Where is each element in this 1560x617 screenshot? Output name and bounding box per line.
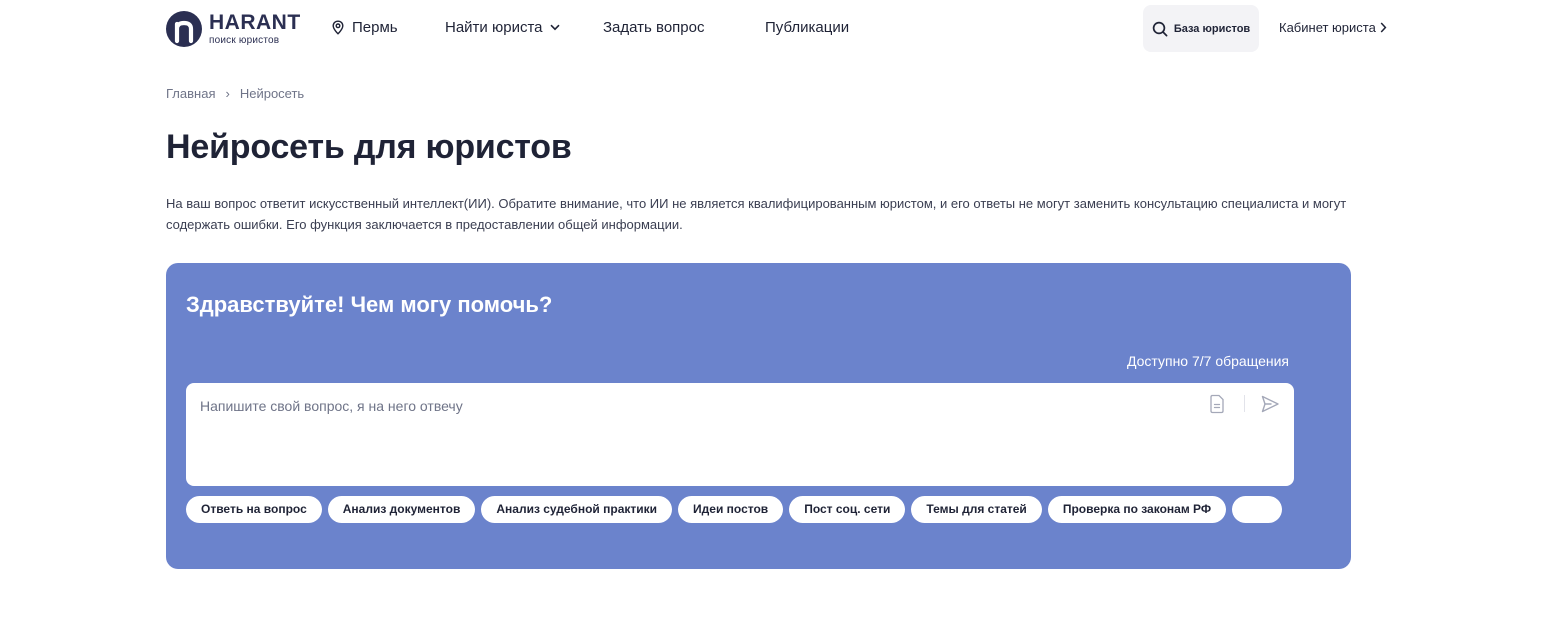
breadcrumb-home[interactable]: Главная [166, 86, 215, 101]
location-pin-icon [332, 20, 344, 35]
chevron-right-icon [1380, 22, 1387, 33]
requests-quota: Доступно 7/7 обращения [1127, 353, 1289, 369]
city-label: Пермь [352, 19, 398, 36]
chip-law-check[interactable]: Проверка по законам РФ [1047, 496, 1227, 523]
chip-article-topics[interactable]: Темы для статей [911, 496, 1042, 523]
nav-find-lawyer[interactable]: Найти юриста [445, 19, 560, 36]
search-icon [1152, 21, 1168, 36]
logo[interactable]: HARANT поиск юристов [166, 10, 301, 48]
send-icon[interactable] [1260, 394, 1280, 414]
lawyers-base-button[interactable]: База юристов [1143, 5, 1259, 52]
page-title: Нейросеть для юристов [166, 128, 572, 166]
lawyer-cabinet-label: Кабинет юриста [1279, 20, 1376, 35]
chip-more[interactable] [1232, 496, 1283, 523]
nav-ask-question[interactable]: Задать вопрос [603, 19, 704, 36]
chat-greeting: Здравствуйте! Чем могу помочь? [186, 292, 553, 317]
site-header: HARANT поиск юристов Пермь Найти юриста … [0, 0, 1560, 58]
ai-chat-card: Здравствуйте! Чем могу помочь? Доступно … [166, 263, 1351, 569]
nav-publications[interactable]: Публикации [765, 19, 849, 36]
chip-post-ideas[interactable]: Идеи постов [678, 496, 784, 523]
question-input-box [186, 383, 1294, 486]
input-actions-divider [1244, 395, 1245, 412]
question-input[interactable] [186, 383, 1196, 486]
nav-find-lawyer-label: Найти юриста [445, 19, 543, 36]
city-selector[interactable]: Пермь [332, 19, 398, 36]
chip-social-post[interactable]: Пост соц. сети [789, 496, 906, 523]
document-icon[interactable] [1208, 394, 1226, 414]
lawyer-cabinet-link[interactable]: Кабинет юриста [1279, 20, 1387, 35]
page-description: На ваш вопрос ответит искусственный инте… [166, 196, 1347, 232]
quick-actions: Ответь на вопрос Анализ документов Анализ … [186, 496, 1294, 523]
chip-court-practice[interactable]: Анализ судебной практики [481, 496, 673, 523]
harant-logo-icon [166, 11, 202, 47]
chip-document-analysis[interactable]: Анализ документов [327, 496, 476, 523]
breadcrumb-separator: › [225, 86, 230, 101]
logo-name: HARANT [209, 11, 301, 34]
lawyers-base-label: База юристов [1173, 22, 1251, 35]
logo-subtitle: поиск юристов [209, 35, 280, 46]
chevron-down-icon [549, 24, 560, 31]
breadcrumb-current: Нейросеть [239, 86, 305, 101]
chip-answer-question[interactable]: Ответь на вопрос [186, 496, 322, 523]
breadcrumb: Главная › Нейросеть [166, 86, 304, 101]
